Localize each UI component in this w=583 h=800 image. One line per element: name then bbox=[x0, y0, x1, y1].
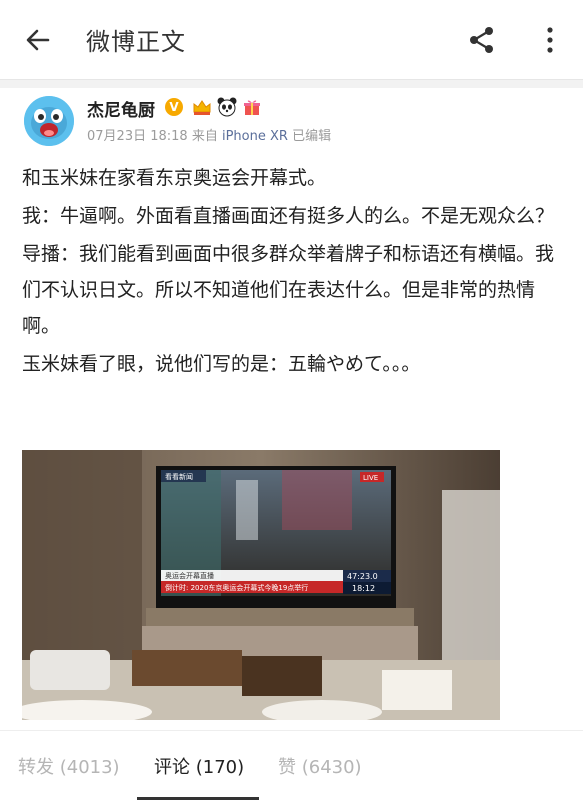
header-separator bbox=[0, 80, 583, 88]
tv-live: LIVE bbox=[363, 474, 378, 482]
panda-icon bbox=[216, 96, 238, 118]
arrow-left-icon bbox=[26, 29, 50, 51]
more-options-button[interactable] bbox=[534, 24, 566, 56]
more-vertical-icon bbox=[547, 27, 553, 53]
squirtle-avatar-icon bbox=[24, 96, 74, 146]
post-photo[interactable]: 看看新闻 LIVE 奥运会开幕直播 倒计时: 2020东京奥运会开幕式今晚19点… bbox=[22, 450, 500, 720]
post-paragraph: 导播：我们能看到画面中很多群众举着牌子和标语还有横幅。我们不认识日文。所以不知道… bbox=[22, 243, 555, 337]
post-paragraph: 和玉米妹在家看东京奥运会开幕式。 bbox=[22, 167, 327, 189]
tv-banner-line2: 倒计时: 2020东京奥运会开幕式今晚19点举行 bbox=[165, 583, 308, 592]
post-device[interactable]: iPhone XR bbox=[222, 129, 288, 144]
page-title: 微博正文 bbox=[86, 28, 186, 56]
post-paragraph: 我：牛逼啊。外面看直播画面还有挺多人的么。不是无观众么？ bbox=[22, 205, 555, 227]
tv-banner-line1: 奥运会开幕直播 bbox=[165, 571, 214, 580]
post-paragraph: 玉米妹看了眼，说他们写的是：五輪やめて。。。 bbox=[22, 353, 421, 375]
avatar[interactable] bbox=[24, 96, 74, 146]
share-icon bbox=[470, 27, 493, 53]
tab-comments[interactable]: 评论 (170) bbox=[154, 753, 244, 779]
tab-reposts[interactable]: 转发 (4013) bbox=[18, 753, 120, 779]
share-button[interactable] bbox=[466, 24, 498, 56]
gift-icon bbox=[241, 96, 263, 118]
tv-room-photo: 看看新闻 LIVE 奥运会开幕直播 倒计时: 2020东京奥运会开幕式今晚19点… bbox=[22, 450, 500, 720]
tv-logo: 看看新闻 bbox=[165, 472, 193, 481]
edited-label: 已编辑 bbox=[292, 129, 332, 144]
tv-clock: 47:23.0 bbox=[347, 572, 378, 581]
post-tabs: 转发 (4013) 评论 (170) 赞 (6430) bbox=[0, 730, 583, 800]
post-time: 07月23日 18:18 bbox=[87, 129, 188, 144]
source-prefix: 来自 bbox=[191, 129, 218, 144]
author-name[interactable]: 杰尼龟厨 bbox=[87, 96, 155, 121]
post-header: 杰尼龟厨 V 07月23日 18:18 来自 iPhone XR 已编辑 bbox=[0, 88, 583, 148]
tv-time: 18:12 bbox=[352, 584, 375, 593]
post-content: 和玉米妹在家看东京奥运会开幕式。 我：牛逼啊。外面看直播画面还有挺多人的么。不是… bbox=[22, 160, 562, 382]
back-button[interactable] bbox=[22, 24, 54, 56]
crown-icon bbox=[191, 96, 213, 118]
post-meta: 07月23日 18:18 来自 iPhone XR 已编辑 bbox=[87, 125, 331, 144]
verified-icon: V bbox=[165, 98, 183, 116]
tab-likes[interactable]: 赞 (6430) bbox=[278, 753, 362, 779]
top-bar: 微博正文 bbox=[0, 0, 583, 80]
